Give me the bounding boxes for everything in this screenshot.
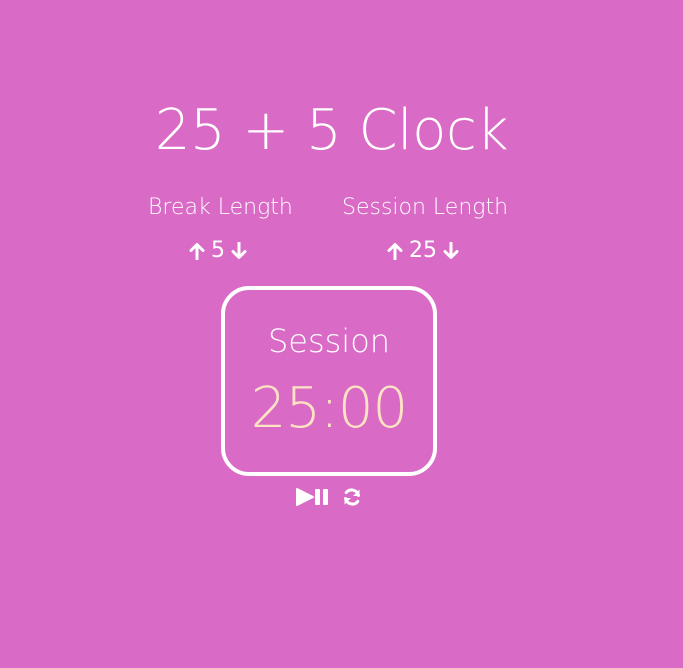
timer-controls [296,487,362,507]
time-left-display: 25:00 [250,376,408,441]
break-controls: 5 [188,236,248,266]
break-decrement-button[interactable] [230,239,248,263]
arrow-down-icon [443,242,459,259]
start-stop-button[interactable] [296,487,332,507]
session-increment-button[interactable] [386,239,404,263]
arrow-up-icon [189,243,205,260]
refresh-icon [344,488,360,506]
break-label: Break Length [148,195,293,220]
break-length-value: 5 [211,238,225,263]
arrow-up-icon [387,243,403,260]
play-pause-icon [296,488,328,506]
app-title: 25 + 5 Clock [154,98,509,163]
timer-panel: Session 25:00 [221,286,437,476]
session-controls: 25 [386,236,460,266]
arrow-down-icon [231,242,247,259]
session-label: Session Length [342,195,509,220]
break-increment-button[interactable] [188,239,206,263]
timer-label: Session [267,322,391,360]
session-decrement-button[interactable] [442,239,460,263]
reset-button[interactable] [342,487,362,507]
session-length-value: 25 [409,238,437,263]
